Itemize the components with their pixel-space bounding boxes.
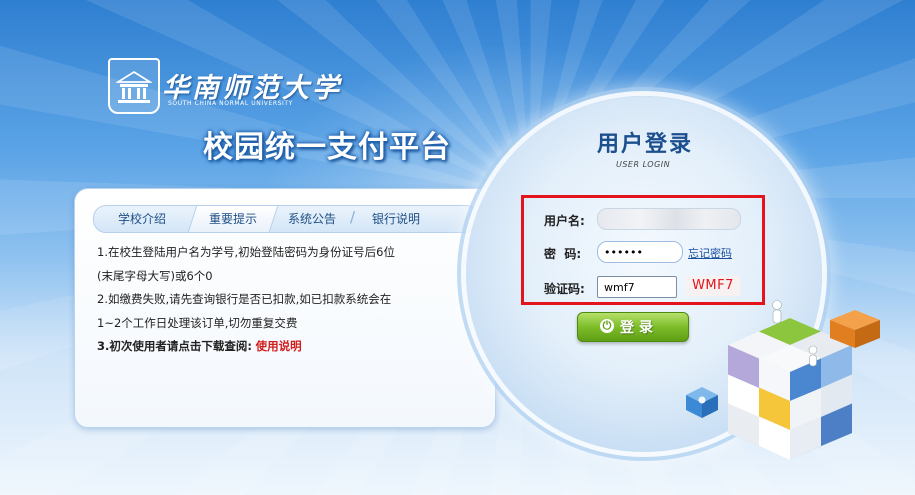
tab-label: 学校介绍 <box>117 212 166 226</box>
notice-download-text: 3.初次使用者请点击下载查阅: <box>97 339 252 353</box>
tab-important-notice[interactable]: 重要提示 <box>187 206 279 232</box>
tab-label: 重要提示 <box>208 212 257 226</box>
password-input[interactable] <box>597 241 683 263</box>
login-button[interactable]: ⏻ 登录 <box>577 312 689 342</box>
password-label: 密 码: <box>544 247 582 261</box>
rubiks-cube <box>728 310 880 460</box>
username-input[interactable] <box>597 208 741 230</box>
platform-title: 校园统一支付平台 <box>203 130 451 165</box>
tab-school-intro[interactable]: 学校介绍 <box>106 206 178 232</box>
login-subtitle: USER LOGIN <box>616 160 671 169</box>
username-label: 用户名: <box>544 214 585 228</box>
notice-line: 2.如缴费失败,请先查询银行是否已扣款,如已扣款系统会在 <box>97 292 392 306</box>
login-button-label: 登录 <box>620 320 658 336</box>
cube-illustration <box>686 300 880 460</box>
tab-system-announcement[interactable]: 系统公告 <box>276 206 348 232</box>
university-seal <box>108 58 160 114</box>
tab-label: 系统公告 <box>287 212 336 226</box>
tab-label: 银行说明 <box>371 212 420 226</box>
notice-line: (末尾字母大写)或6个0 <box>97 268 213 283</box>
small-cube <box>686 387 718 418</box>
building-icon <box>116 70 152 103</box>
university-logo: 华南师范大学 SOUTH CHINA NORMAL UNIVERSITY <box>108 58 339 114</box>
power-icon: ⏻ <box>600 319 614 333</box>
info-tabbar: 学校介绍 重要提示 系统公告 / 银行说明 <box>93 205 479 233</box>
forgot-password-link[interactable]: 忘记密码 <box>688 245 732 261</box>
captcha-image[interactable]: WMF7 <box>686 276 740 296</box>
user-manual-link[interactable]: 使用说明 <box>256 339 302 353</box>
captcha-input[interactable] <box>597 276 677 298</box>
notice-content: 1.在校生登陆用户名为学号,初始登陆密码为身份证号后6位 (末尾字母大写)或6个… <box>97 241 477 359</box>
figurine-icon <box>772 300 782 324</box>
notice-line: 1~2个工作日处理该订单,切勿重复交费 <box>97 315 298 330</box>
tab-bank-instructions[interactable]: 银行说明 <box>360 206 432 232</box>
notice-line-download: 3.初次使用者请点击下载查阅: 使用说明 <box>97 335 477 359</box>
university-name-en: SOUTH CHINA NORMAL UNIVERSITY <box>168 100 293 107</box>
login-title: 用户登录 <box>597 132 694 157</box>
figurine-icon <box>808 345 818 367</box>
captcha-label: 验证码: <box>544 282 585 296</box>
notice-line: 1.在校生登陆用户名为学号,初始登陆密码为身份证号后6位 <box>97 245 395 259</box>
info-panel: 学校介绍 重要提示 系统公告 / 银行说明 1.在校生登陆用户名为学号,初始登陆… <box>74 188 496 428</box>
tab-separator: / <box>350 208 356 226</box>
